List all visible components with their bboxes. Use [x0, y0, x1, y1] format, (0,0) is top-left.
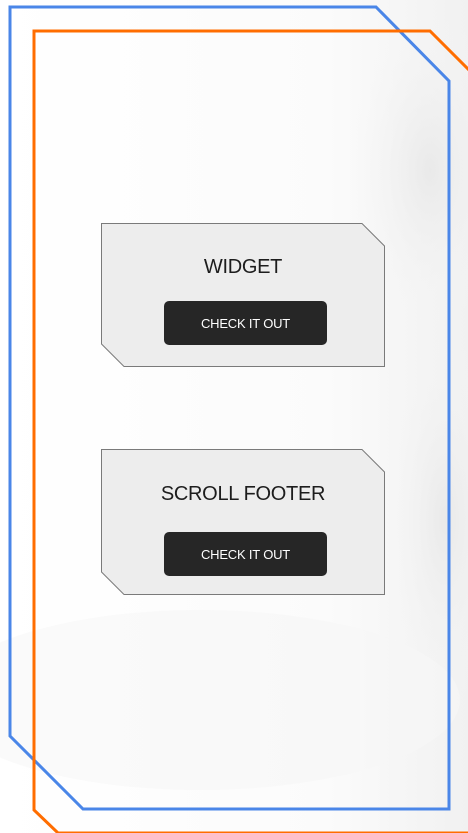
check-it-out-button[interactable]: CHECK IT OUT	[164, 301, 327, 345]
widget-card: WIDGET CHECK IT OUT	[101, 223, 385, 367]
screen: WIDGET CHECK IT OUT SCROLL FOOTER CHECK …	[0, 0, 468, 833]
card-title: SCROLL FOOTER	[160, 483, 326, 505]
check-it-out-button[interactable]: CHECK IT OUT	[164, 532, 327, 576]
card-background	[101, 223, 385, 367]
scroll-footer-card: SCROLL FOOTER CHECK IT OUT	[101, 449, 385, 595]
background-photo	[0, 0, 468, 833]
card-title: WIDGET	[203, 256, 283, 278]
